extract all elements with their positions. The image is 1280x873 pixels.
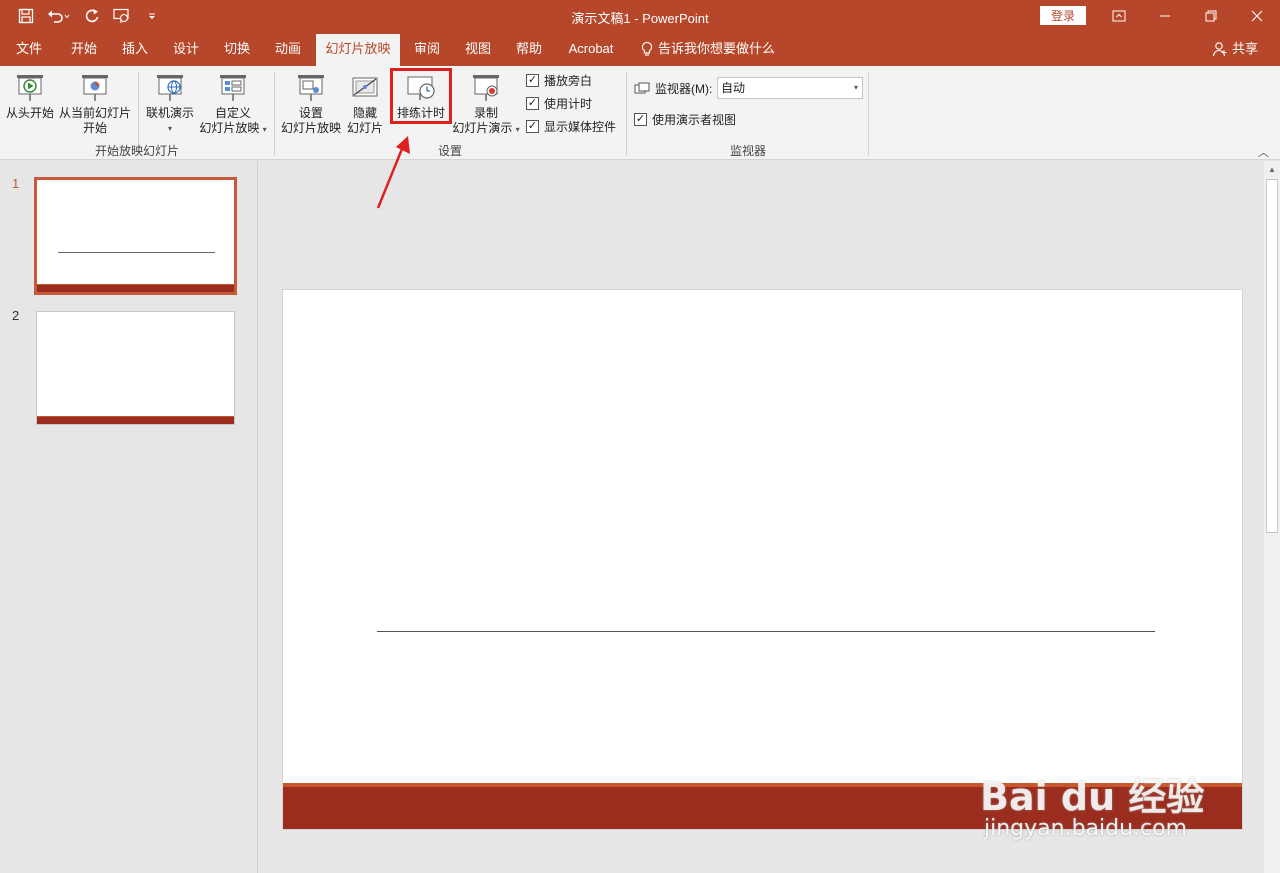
lightbulb-icon <box>641 41 653 56</box>
group-divider <box>274 72 275 156</box>
record-slide-show-button[interactable]: 录制 幻灯片演示 ▾ <box>450 72 522 137</box>
checkbox-checked-icon: ✓ <box>634 113 647 126</box>
checkbox-checked-icon: ✓ <box>526 74 539 87</box>
from-current-slide-button[interactable]: 从当前幻灯片 开始 <box>57 72 133 136</box>
dropdown-arrow-icon: ▾ <box>167 124 172 133</box>
collapse-ribbon-icon[interactable]: ︿ <box>1258 144 1269 160</box>
slide-thumbnail-pane: 1 2 <box>0 161 258 873</box>
group-label-start-show: 开始放映幻灯片 <box>94 144 179 158</box>
checkbox-checked-icon: ✓ <box>526 120 539 133</box>
online-present-button[interactable]: 联机演示 ▾ <box>142 72 198 136</box>
presenter-view-label: 使用演示者视图 <box>652 113 737 127</box>
tab-design[interactable]: 设计 <box>165 32 207 66</box>
highlight-box <box>390 68 452 124</box>
slide-thumbnail-1[interactable] <box>34 177 237 295</box>
tab-insert[interactable]: 插入 <box>114 32 156 66</box>
slide-number: 1 <box>12 176 20 191</box>
tab-acrobat[interactable]: Acrobat <box>562 32 620 66</box>
custom-slide-show-button[interactable]: 自定义 幻灯片放映 ▾ <box>198 72 268 137</box>
setup-slide-show-button[interactable]: 设置 幻灯片放映 <box>280 72 342 136</box>
quick-access-toolbar <box>14 4 164 28</box>
custom-show-icon <box>220 75 246 101</box>
custom-label-2: 幻灯片放映 ▾ <box>199 121 267 135</box>
ribbon-display-options-icon[interactable] <box>1096 0 1142 32</box>
show-media-controls-label: 显示媒体控件 <box>544 120 617 134</box>
monitor-label: 监视器(M): <box>655 82 713 96</box>
from-current-label-2: 开始 <box>82 121 107 135</box>
title-line <box>58 252 215 253</box>
redo-icon[interactable] <box>80 4 104 28</box>
setup-screen-icon <box>298 75 324 101</box>
tab-home[interactable]: 开始 <box>63 32 105 66</box>
restore-icon[interactable] <box>1188 0 1234 32</box>
share-button[interactable]: 共享 <box>1212 32 1258 66</box>
screen-pie-icon <box>82 75 108 101</box>
play-narrations-label: 播放旁白 <box>544 74 593 88</box>
slide-footer-band <box>37 284 234 292</box>
login-button[interactable]: 登录 <box>1040 6 1086 25</box>
use-timings-label: 使用计时 <box>544 97 593 111</box>
start-show-icon[interactable] <box>110 4 134 28</box>
record-label-1: 录制 <box>473 106 498 120</box>
monitor-icon <box>634 82 650 93</box>
tell-me-label: 告诉我你想要做什么 <box>658 41 776 56</box>
annotation-arrow-icon <box>376 136 410 209</box>
show-media-controls-checkbox[interactable]: ✓ 显示媒体控件 <box>526 118 616 135</box>
group-divider <box>868 72 869 156</box>
customize-qat-icon[interactable] <box>140 4 164 28</box>
group-label-setup: 设置 <box>437 144 462 158</box>
chevron-down-icon: ▾ <box>853 83 858 92</box>
from-current-label-1: 从当前幻灯片 <box>58 106 131 120</box>
watermark-logo-text: Bai du 经验 <box>980 775 1205 819</box>
minimize-icon[interactable] <box>1142 0 1188 32</box>
tab-file[interactable]: 文件 <box>8 32 50 66</box>
setup-show-label-2: 幻灯片放映 <box>280 121 341 135</box>
online-present-label: 联机演示 <box>145 106 194 120</box>
group-label-monitor: 监视器 <box>729 144 766 158</box>
title-bar: 演示文稿1 - PowerPoint 登录 <box>0 0 1280 32</box>
tab-help[interactable]: 帮助 <box>508 32 550 66</box>
monitor-select[interactable]: 自动 ▾ <box>717 77 863 99</box>
from-beginning-button[interactable]: 从头开始 <box>4 72 56 121</box>
slide-thumbnail-2[interactable] <box>36 311 235 425</box>
hide-slide-icon <box>352 77 378 97</box>
title-placeholder-line <box>377 631 1155 632</box>
watermark-url: jingyan.baidu.com <box>984 816 1188 841</box>
custom-label-1: 自定义 <box>214 106 251 120</box>
ribbon-tab-bar: 文件 开始 插入 设计 切换 动画 幻灯片放映 审阅 视图 帮助 Acrobat… <box>0 32 1280 66</box>
tab-slide-show[interactable]: 幻灯片放映 <box>316 34 400 66</box>
from-beginning-label: 从头开始 <box>5 106 54 120</box>
tab-transitions[interactable]: 切换 <box>216 32 258 66</box>
setup-show-label-1: 设置 <box>298 106 323 120</box>
hide-slide-label-1: 隐藏 <box>352 106 377 120</box>
checkbox-checked-icon: ✓ <box>526 97 539 110</box>
presenter-view-checkbox[interactable]: ✓ 使用演示者视图 <box>634 111 736 128</box>
group-divider <box>626 72 627 156</box>
close-icon[interactable] <box>1234 0 1280 32</box>
tab-view[interactable]: 视图 <box>457 32 499 66</box>
globe-screen-icon <box>157 75 183 101</box>
slide-number: 2 <box>12 308 20 323</box>
use-timings-checkbox[interactable]: ✓ 使用计时 <box>526 95 592 112</box>
ribbon: 从头开始 从当前幻灯片 开始 联机演示 ▾ 自定义 幻灯片放映 ▾ 开始放映幻灯… <box>0 66 1280 160</box>
scroll-up-icon[interactable]: ▲ <box>1268 165 1276 174</box>
slide-footer-band <box>37 416 234 424</box>
monitor-select-value: 自动 <box>721 81 746 95</box>
monitor-selector-label: 监视器(M): <box>634 80 712 97</box>
save-icon[interactable] <box>14 4 38 28</box>
undo-icon[interactable] <box>44 4 74 28</box>
tab-review[interactable]: 审阅 <box>406 32 448 66</box>
play-narrations-checkbox[interactable]: ✓ 播放旁白 <box>526 72 592 89</box>
hide-slide-button[interactable]: 隐藏 幻灯片 <box>344 72 386 136</box>
vertical-scrollbar[interactable]: ▲ <box>1264 161 1280 873</box>
play-screen-icon <box>17 75 43 101</box>
tab-animations[interactable]: 动画 <box>267 32 309 66</box>
window-title: 演示文稿1 - PowerPoint <box>571 11 709 26</box>
scroll-thumb[interactable] <box>1266 179 1278 533</box>
person-icon <box>1212 42 1227 57</box>
record-label-2: 幻灯片演示 ▾ <box>452 121 520 135</box>
tell-me-search[interactable]: 告诉我你想要做什么 <box>640 32 775 66</box>
record-icon <box>473 75 499 101</box>
share-label: 共享 <box>1232 41 1259 56</box>
